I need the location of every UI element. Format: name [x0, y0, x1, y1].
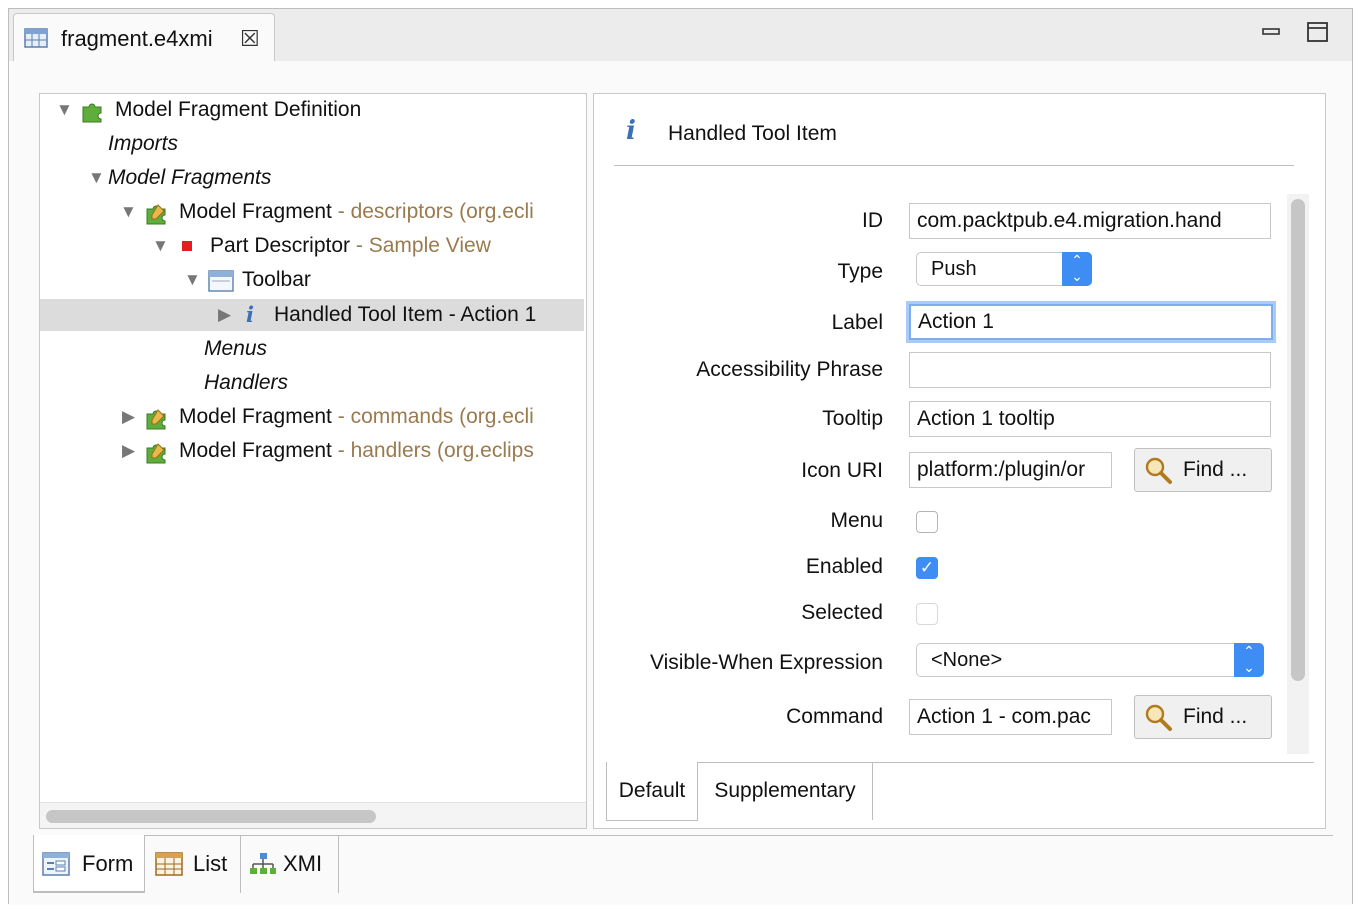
expanded-arrow-icon[interactable]: ▼	[88, 162, 105, 194]
id-field[interactable]: com.packtpub.e4.migration.hand	[909, 203, 1271, 239]
command-label: Command	[786, 705, 883, 728]
tooltip-field[interactable]: Action 1 tooltip	[909, 401, 1271, 437]
tree-label: Model Fragment - commands (org.ecli	[179, 405, 534, 428]
chevron-up-down-icon[interactable]: ⌃ ⌄	[1234, 643, 1264, 677]
enabled-checkbox[interactable]: ✓	[916, 557, 938, 579]
find-label: Find ...	[1183, 705, 1248, 728]
table-icon	[155, 852, 183, 876]
id-label: ID	[862, 209, 883, 232]
close-icon[interactable]: ☒	[240, 26, 260, 52]
command-field[interactable]: Action 1 - com.pac	[909, 699, 1112, 735]
tab-xmi[interactable]: XMI	[241, 835, 339, 893]
type-select[interactable]: Push ⌃ ⌄	[916, 252, 1092, 286]
expanded-arrow-icon[interactable]: ▼	[56, 94, 73, 126]
puzzle-pencil-icon	[146, 204, 166, 225]
part-descriptor-icon	[182, 241, 192, 251]
tab-default[interactable]: Default	[606, 762, 698, 821]
collapsed-arrow-icon[interactable]: ▶	[218, 299, 231, 331]
tab-form-label: Form	[82, 851, 134, 876]
magnifier-icon	[1145, 704, 1172, 731]
command-find-button[interactable]: Find ...	[1134, 695, 1272, 739]
tree-label: Handlers	[204, 371, 289, 394]
tree-label: Handled Tool Item - Action 1	[274, 303, 537, 326]
vertical-scrollbar[interactable]	[1291, 199, 1305, 681]
menu-label: Menu	[830, 509, 883, 532]
tree-label: Imports	[108, 132, 179, 155]
checkmark-icon: ✓	[919, 558, 935, 577]
divider	[614, 165, 1294, 166]
editor-tab-title: fragment.e4xmi	[61, 26, 213, 51]
detail-title: Handled Tool Item	[668, 122, 837, 145]
enabled-label: Enabled	[805, 555, 883, 578]
puzzle-pencil-icon	[146, 409, 166, 430]
form-icon	[42, 852, 70, 876]
info-icon: i	[626, 116, 636, 146]
puzzle-pencil-icon	[146, 443, 166, 464]
tree-label: Model Fragment - handlers (org.eclips	[179, 439, 534, 462]
toolbar-icon	[208, 270, 234, 292]
selected-checkbox[interactable]	[916, 603, 938, 625]
tree-label: Menus	[204, 337, 268, 360]
menu-checkbox[interactable]	[916, 511, 938, 533]
editor-window: fragment.e4xmi ☒ ▼ Model Fragment Defini…	[8, 8, 1353, 905]
detail-panel: i Handled Tool Item ID com.packtpub.e4.m…	[593, 93, 1326, 829]
visible-when-label: Visible-When Expression	[649, 651, 883, 674]
editor-body: ▼ Model Fragment Definition Imports ▼ Mo…	[9, 61, 1352, 905]
tree-label: Model Fragment - descriptors (org.ecli	[179, 200, 534, 223]
tree-label: Part Descriptor - Sample View	[210, 234, 491, 257]
tab-form[interactable]: Form	[33, 835, 145, 893]
tree-label: Toolbar	[242, 268, 311, 291]
icon-find-button[interactable]: Find ...	[1134, 448, 1272, 492]
model-tree[interactable]: ▼ Model Fragment Definition Imports ▼ Mo…	[39, 93, 587, 829]
type-label: Type	[837, 260, 883, 283]
accessibility-phrase-label: Accessibility Phrase	[696, 358, 883, 381]
expanded-arrow-icon[interactable]: ▼	[152, 230, 169, 262]
editor-tab-bar: fragment.e4xmi ☒	[9, 9, 1352, 62]
tree-label: Model Fragment Definition	[115, 98, 362, 121]
horizontal-scrollbar[interactable]	[46, 810, 376, 823]
accessibility-phrase-field[interactable]	[909, 352, 1271, 388]
tab-list[interactable]: List	[145, 835, 241, 893]
hierarchy-icon	[250, 853, 276, 874]
find-label: Find ...	[1183, 458, 1248, 481]
info-icon: i	[246, 302, 254, 327]
tooltip-label: Tooltip	[822, 407, 883, 430]
tab-xmi-label: XMI	[283, 851, 323, 876]
icon-uri-label: Icon URI	[801, 459, 883, 482]
label-label: Label	[831, 311, 883, 334]
maximize-icon[interactable]	[1305, 19, 1331, 45]
expanded-arrow-icon[interactable]: ▼	[184, 264, 201, 296]
tab-list-label: List	[193, 851, 228, 876]
magnifier-icon	[1145, 457, 1172, 484]
tree-label: Model Fragments	[108, 166, 272, 189]
collapsed-arrow-icon[interactable]: ▶	[122, 435, 135, 467]
table-file-icon	[24, 28, 48, 48]
visible-when-select[interactable]: <None> ⌃ ⌄	[916, 643, 1264, 677]
collapsed-arrow-icon[interactable]: ▶	[122, 401, 135, 433]
expanded-arrow-icon[interactable]: ▼	[120, 196, 137, 228]
chevron-up-down-icon[interactable]: ⌃ ⌄	[1062, 252, 1092, 286]
bottom-tab-bar: Form List XMI	[33, 835, 1333, 895]
editor-tab-fragment[interactable]: fragment.e4xmi ☒	[13, 13, 275, 61]
label-field[interactable]: Action 1	[909, 304, 1273, 340]
type-select-value: Push	[931, 258, 977, 280]
visible-when-select-value: <None>	[931, 649, 1003, 671]
minimize-icon[interactable]	[1259, 19, 1285, 45]
icon-uri-field[interactable]: platform:/plugin/or	[909, 452, 1112, 488]
tab-supplementary[interactable]: Supplementary	[698, 762, 873, 820]
puzzle-icon	[82, 103, 102, 123]
selected-label: Selected	[801, 601, 883, 624]
